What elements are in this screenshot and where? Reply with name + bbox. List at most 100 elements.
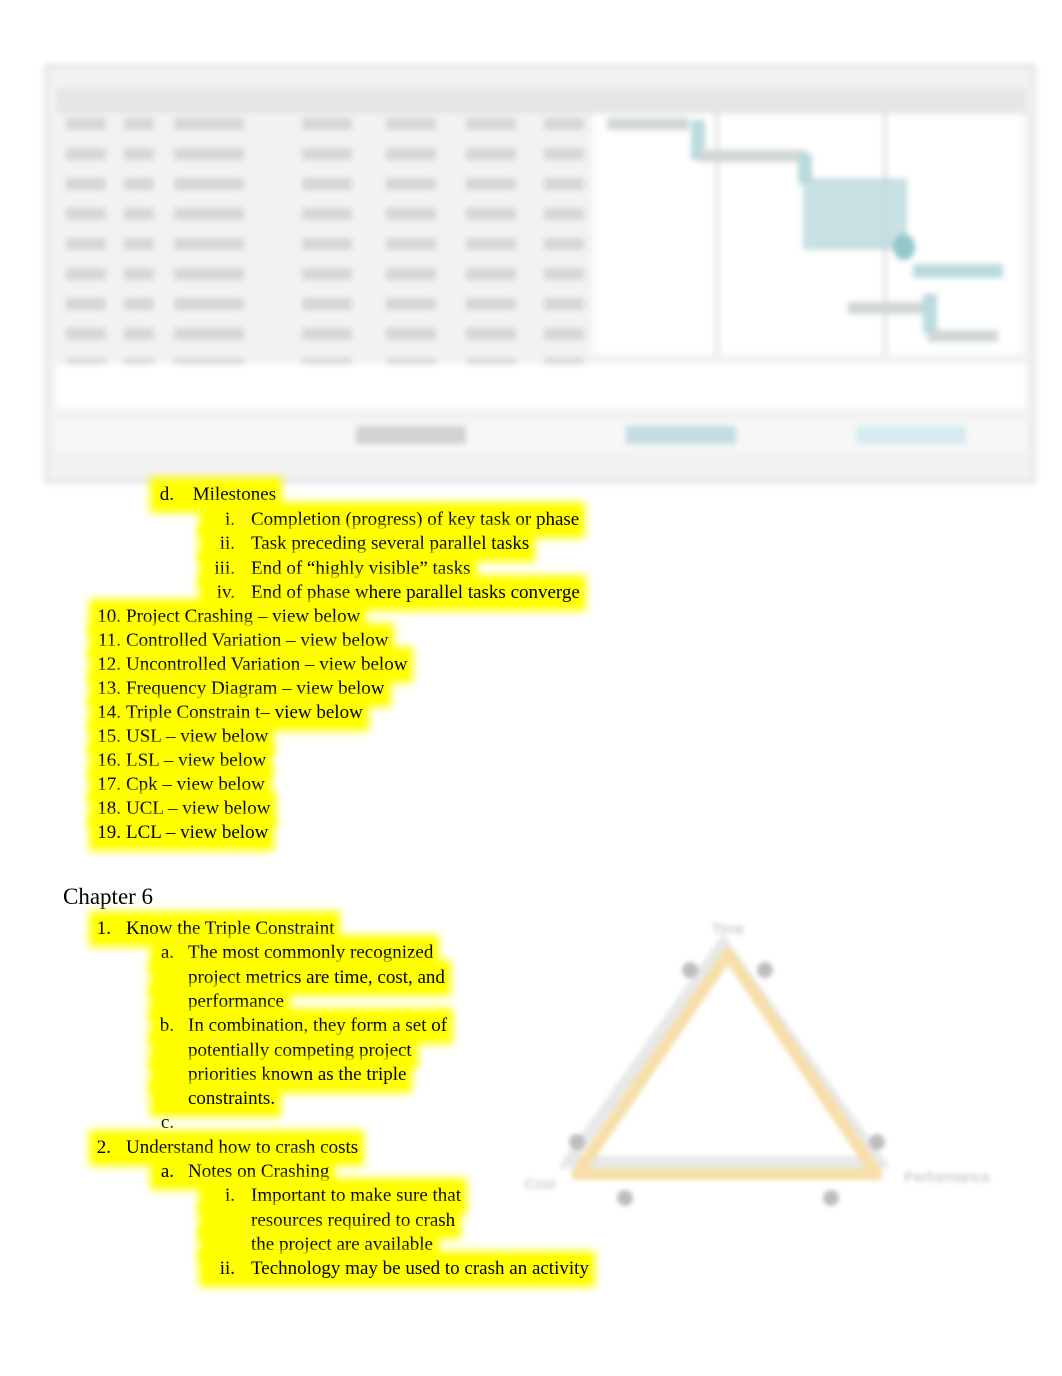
sub-sub-item: the project are available <box>205 1232 433 1257</box>
table-cell <box>124 118 154 130</box>
list-text: Uncontrolled Variation – view below <box>126 654 408 675</box>
table-cell <box>466 148 516 160</box>
label-cost: Cost <box>525 1176 557 1193</box>
label-time: Time <box>712 921 745 938</box>
list-text: potentially competing project <box>188 1039 412 1061</box>
table-cell <box>544 118 584 130</box>
sub-item: a. The most commonly recognized <box>156 941 434 966</box>
table-cell <box>466 118 516 130</box>
list-label: 18. <box>97 798 121 819</box>
table-cell <box>302 118 352 130</box>
footer-band <box>56 420 1026 450</box>
list-text: priorities known as the triple <box>188 1063 407 1085</box>
term-item: 12. Uncontrolled Variation – view below <box>95 653 408 677</box>
table-cell <box>174 298 244 310</box>
milestone-item: iii. End of “highly visible” tasks <box>205 556 471 581</box>
table-cell <box>386 298 436 310</box>
list-text: LCL – view below <box>126 822 269 843</box>
sub-item: b. In combination, they form a set of <box>156 1014 448 1039</box>
table-cell <box>544 178 584 190</box>
list-text: the project are available <box>251 1233 433 1255</box>
sub-item: a. Notes on Crashing <box>156 1160 330 1184</box>
list-label: b. <box>159 1015 174 1037</box>
node-icon <box>757 962 773 978</box>
list-text: Cpk – view below <box>126 774 265 795</box>
list-label: 16. <box>97 750 121 771</box>
table-cell <box>466 268 516 280</box>
list-text: End of “highly visible” tasks <box>251 557 471 579</box>
table-cell <box>124 298 154 310</box>
table-cell <box>66 178 106 190</box>
table-cell <box>544 148 584 160</box>
table-cell <box>302 328 352 340</box>
term-item: 17. Cpk – view below <box>95 773 265 797</box>
table-cell <box>466 208 516 220</box>
term-item: 16. LSL – view below <box>95 749 267 773</box>
list-text: Project Crashing – view below <box>126 606 361 627</box>
table-cell <box>66 328 106 340</box>
embedded-schedule-image <box>44 64 1036 484</box>
table-header-row <box>56 88 1026 114</box>
chapter-item: 1. Know the Triple Constraint <box>95 917 335 941</box>
table-cell <box>124 208 154 220</box>
milestone-item: i. Completion (progress) of key task or p… <box>205 508 580 532</box>
list-text: USL – view below <box>126 726 269 747</box>
table-cell <box>124 148 154 160</box>
list-text: Task preceding several parallel tasks <box>251 533 530 555</box>
list-label: i. <box>224 509 235 530</box>
list-label: a. <box>160 942 174 964</box>
term-item: 10. Project Crashing – view below <box>95 605 361 629</box>
list-label: d. <box>159 484 174 505</box>
label-performance: Performance <box>904 1169 990 1186</box>
list-label: iv. <box>216 581 235 603</box>
table-cell <box>466 178 516 190</box>
node-icon <box>569 1134 585 1150</box>
list-label: 14. <box>97 702 121 723</box>
list-text: Controlled Variation – view below <box>126 630 389 651</box>
term-item: 15. USL – view below <box>95 725 269 749</box>
sub-sub-item: ii. Technology may be used to crash an ac… <box>205 1257 589 1282</box>
table-cell <box>544 268 584 280</box>
gantt-chart <box>593 114 1023 354</box>
list-label: 12. <box>97 654 121 675</box>
list-text: Triple Constrain t– view below <box>126 702 363 723</box>
sub-item: potentially competing project <box>156 1038 412 1063</box>
term-item: 13. Frequency Diagram – view below <box>95 677 385 701</box>
gantt-bar <box>913 264 1003 278</box>
list-label: a. <box>160 1161 174 1182</box>
list-text: constraints. <box>188 1088 276 1110</box>
milestones-title: Milestones <box>192 484 277 505</box>
table-cell <box>124 238 154 250</box>
list-text: In combination, they form a set of <box>188 1015 448 1037</box>
gantt-connector <box>923 294 937 334</box>
table-cell <box>466 238 516 250</box>
table-cell <box>386 118 436 130</box>
gantt-bar <box>928 330 998 342</box>
sub-sub-item: i. Important to make sure that <box>205 1184 461 1209</box>
table-cell <box>544 328 584 340</box>
list-text: Know the Triple Constraint <box>126 918 335 939</box>
list-label: ii. <box>219 1258 235 1280</box>
sub-item: project metrics are time, cost, and <box>156 965 445 990</box>
table-cell <box>544 208 584 220</box>
sub-item: performance <box>156 989 284 1014</box>
milestone-item: ii. Task preceding several parallel tasks <box>205 532 530 557</box>
node-icon <box>617 1190 633 1206</box>
sub-item: priorities known as the triple <box>156 1062 407 1087</box>
table-cell <box>302 208 352 220</box>
table-cell <box>302 238 352 250</box>
list-label: i. <box>224 1185 235 1207</box>
notes-band <box>56 364 1026 408</box>
list-text: Understand how to crash costs <box>126 1136 359 1158</box>
list-label: iii. <box>214 557 235 579</box>
table-cell <box>466 298 516 310</box>
table-cell <box>302 148 352 160</box>
triple-constraint-diagram: Time Cost Performance <box>525 921 990 1206</box>
table-cell <box>124 178 154 190</box>
table-cell <box>174 148 244 160</box>
table-cell <box>386 238 436 250</box>
list-label: 1. <box>96 918 111 939</box>
milestones-heading: d. Milestones <box>156 483 277 507</box>
gantt-bar-group <box>803 178 907 250</box>
list-text: Notes on Crashing <box>188 1161 330 1182</box>
